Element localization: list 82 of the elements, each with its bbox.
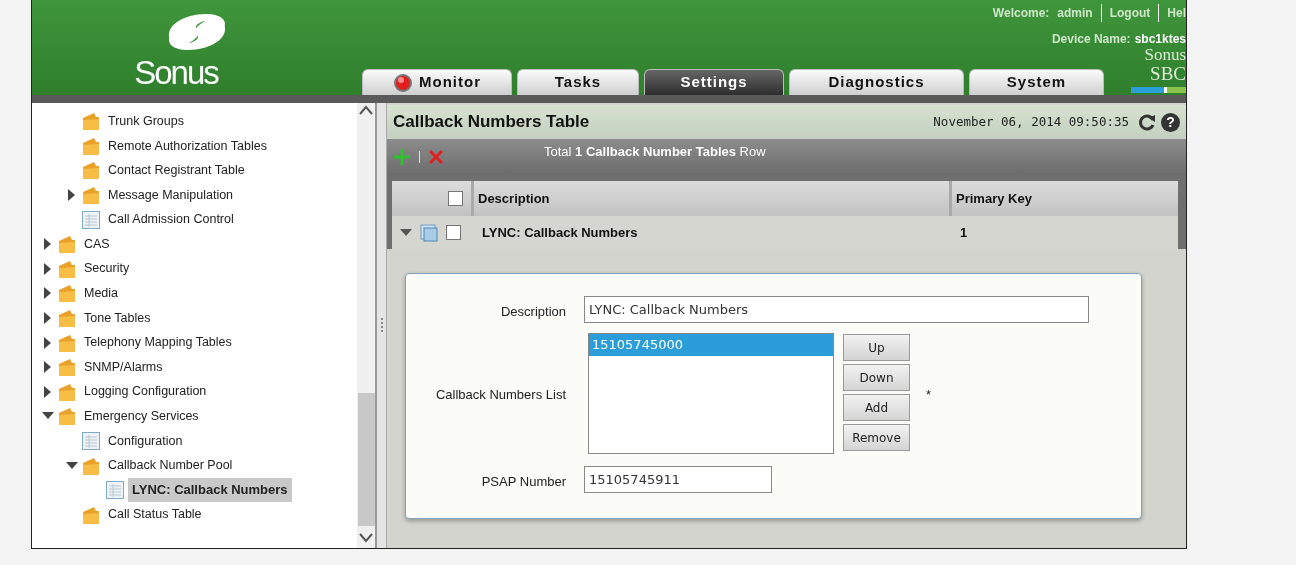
folder-icon	[58, 381, 76, 402]
folder-icon	[82, 111, 100, 132]
product-name: Sonus	[1144, 48, 1186, 62]
folder-icon	[82, 455, 100, 476]
timestamp: November 06, 2014 09:50:35	[933, 112, 1129, 131]
table-icon	[106, 481, 124, 500]
table-icon	[82, 432, 100, 450]
tree-item[interactable]: Contact Registrant Table	[104, 159, 249, 182]
brand-name: Sonus	[134, 56, 218, 89]
collapsed-arrow-icon[interactable]	[43, 312, 52, 325]
folder-icon	[58, 308, 76, 329]
expanded-arrow-icon[interactable]	[65, 461, 78, 470]
scrollbar-thumb[interactable]	[357, 393, 375, 526]
status-light-icon	[393, 72, 413, 93]
panel-title: Callback Numbers Table	[393, 111, 590, 133]
folder-icon	[58, 357, 76, 378]
splitter-handle-icon[interactable]	[379, 316, 384, 335]
row-checkbox[interactable]	[446, 225, 461, 240]
folder-icon	[82, 160, 100, 181]
table-cell-text: 1	[959, 223, 969, 242]
tree-item[interactable]: Logging Configuration	[80, 380, 211, 404]
nav-tab[interactable]: Monitor	[362, 69, 512, 95]
tree-item[interactable]: LYNC: Callback Numbers	[128, 478, 292, 502]
help-icon[interactable]: ?	[1161, 112, 1180, 132]
tree-item[interactable]: Callback Number Pool	[104, 454, 237, 477]
folder-icon	[58, 332, 76, 353]
nav-tab[interactable]: System	[969, 69, 1104, 95]
device-name: sbc1ktes	[1134, 31, 1186, 48]
tree-item[interactable]: Call Admission Control	[104, 208, 238, 232]
refresh-icon[interactable]	[1137, 112, 1157, 132]
column-header[interactable]: Primary Key	[952, 181, 1172, 216]
device-label: Device Name:	[1051, 31, 1131, 48]
psap-number-field[interactable]: 15105745911	[584, 466, 772, 493]
table-cell-text: LYNC: Callback Numbers	[481, 223, 639, 242]
tree-item[interactable]: SNMP/Alarms	[80, 355, 167, 379]
tree-item[interactable]: Media	[80, 282, 123, 305]
collapsed-arrow-icon[interactable]	[43, 238, 52, 251]
list-button[interactable]: Up	[843, 334, 910, 361]
nav-tab[interactable]: Settings	[644, 69, 784, 95]
collapsed-arrow-icon[interactable]	[67, 189, 76, 202]
select-all-checkbox[interactable]	[448, 191, 463, 206]
expanded-arrow-icon[interactable]	[400, 228, 412, 237]
folder-icon	[58, 283, 76, 304]
list-button[interactable]: Down	[843, 364, 910, 391]
folder-icon	[82, 135, 100, 156]
scroll-up-icon[interactable]	[358, 103, 374, 117]
list-button[interactable]: Remove	[843, 424, 910, 451]
collapsed-arrow-icon[interactable]	[43, 287, 52, 300]
tree-item[interactable]: Call Status Table	[104, 503, 206, 527]
nav-tab[interactable]: Tasks	[517, 69, 639, 95]
tree-item[interactable]: Security	[80, 257, 134, 281]
collapsed-arrow-icon[interactable]	[43, 336, 52, 349]
collapsed-arrow-icon[interactable]	[43, 385, 52, 398]
welcome-label: Welcome:	[992, 5, 1050, 22]
tree-item[interactable]: Configuration	[104, 429, 187, 453]
row-count-summary: Total 1 Callback Number Tables Row	[544, 143, 766, 162]
tree-item[interactable]: Remote Authorization Tables	[104, 134, 271, 158]
tree-item[interactable]: Message Manipulation	[104, 183, 238, 207]
tree-item[interactable]: Emergency Services	[80, 405, 203, 428]
folder-icon	[58, 406, 76, 427]
tree-item[interactable]: CAS	[80, 232, 114, 256]
collapsed-arrow-icon[interactable]	[43, 361, 52, 374]
tree-item[interactable]: Telephony Mapping Tables	[80, 331, 236, 354]
expanded-arrow-icon[interactable]	[41, 412, 54, 421]
folder-icon	[58, 258, 76, 279]
required-mark: *	[926, 386, 932, 404]
capacity-bar	[1131, 87, 1186, 93]
field-label: Callback Numbers List	[434, 386, 567, 404]
field-label: Description	[499, 303, 567, 321]
user-name: admin	[1057, 5, 1093, 22]
table-icon	[82, 210, 100, 229]
field-label: PSAP Number	[480, 473, 567, 491]
nav-tab[interactable]: Diagnostics	[789, 69, 964, 95]
list-button[interactable]: Add	[843, 394, 910, 421]
product-name: SBC	[1150, 62, 1186, 86]
tree-item[interactable]: Tone Tables	[80, 306, 155, 330]
folder-icon	[82, 185, 100, 206]
description-field[interactable]: LYNC: Callback Numbers	[584, 296, 1089, 323]
collapsed-arrow-icon[interactable]	[43, 262, 52, 275]
folder-icon	[58, 234, 76, 255]
folder-icon	[82, 504, 100, 525]
tree-item[interactable]: Trunk Groups	[104, 109, 188, 133]
